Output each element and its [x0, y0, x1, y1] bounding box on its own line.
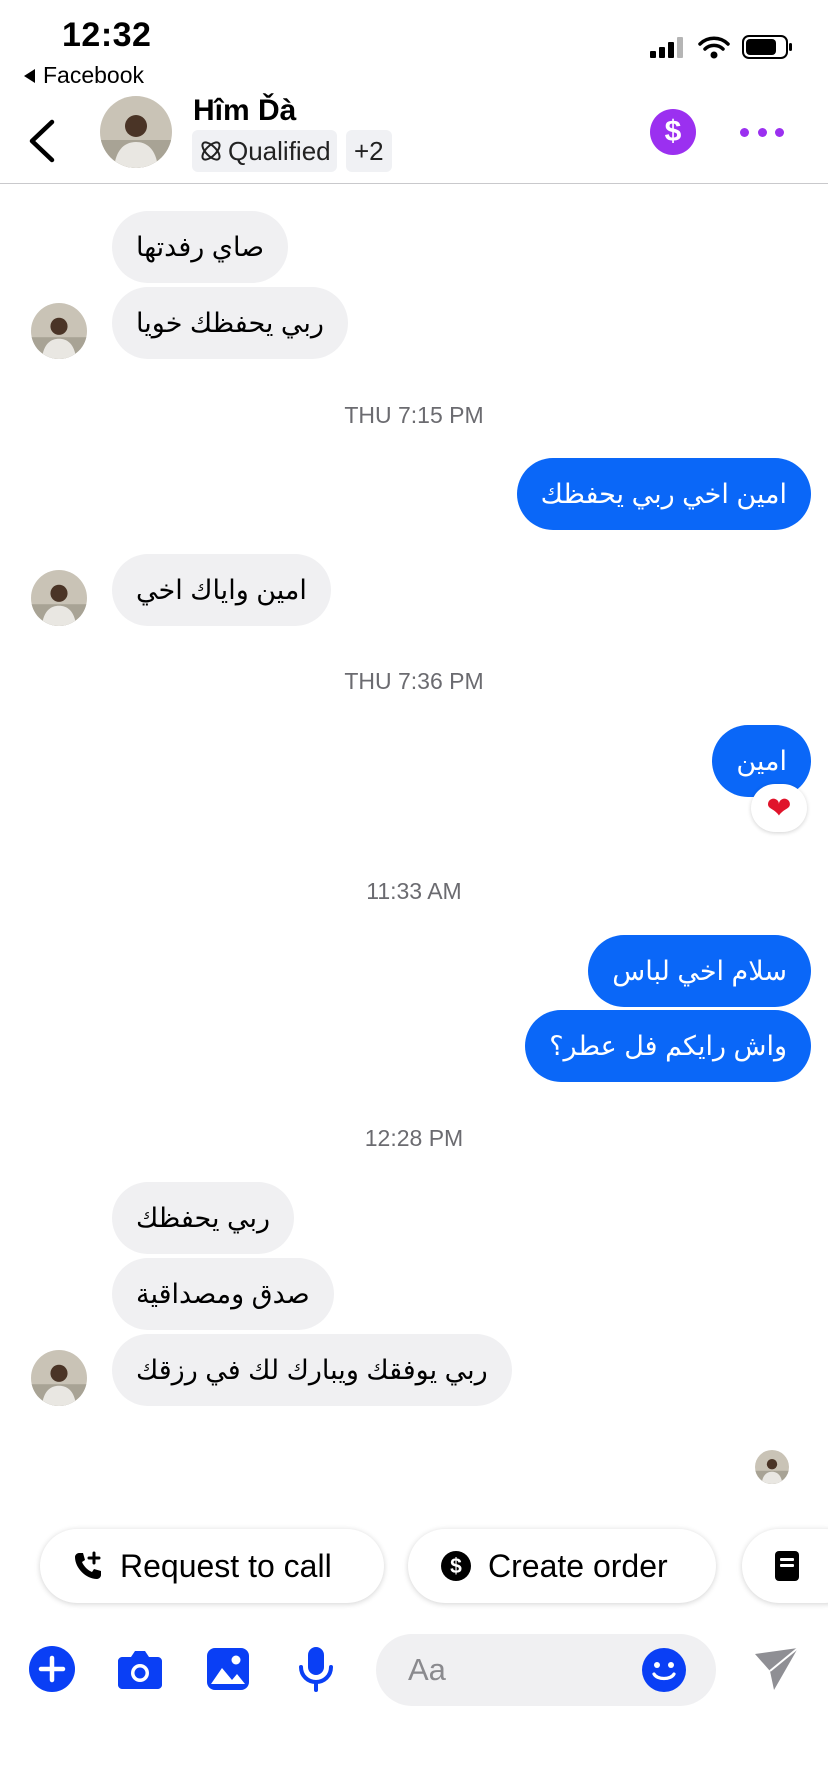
person-photo-icon — [31, 570, 87, 626]
person-photo-icon — [755, 1450, 789, 1484]
outgoing-message[interactable]: امين اخي ربي يحفظك — [516, 458, 811, 530]
sender-avatar[interactable] — [31, 1350, 87, 1406]
qualified-badge[interactable]: Qualified — [192, 130, 337, 172]
outgoing-message[interactable]: امين — [712, 725, 811, 797]
timestamp: THU 7:15 PM — [344, 402, 484, 428]
dot-icon — [757, 127, 767, 137]
timestamp: 12:28 PM — [364, 1125, 464, 1151]
contact-name[interactable]: Hîm Ďà — [193, 94, 296, 128]
dot-icon — [775, 127, 784, 137]
person-photo-icon — [100, 96, 172, 168]
image-icon — [207, 1648, 249, 1690]
signal-icon — [650, 37, 683, 58]
create-order-button[interactable]: $ Create order — [408, 1529, 716, 1603]
gallery-button[interactable] — [204, 1645, 252, 1693]
incoming-message[interactable]: ربي يوفقك ويبارك لك في رزقك — [112, 1334, 512, 1406]
send-icon — [755, 1647, 799, 1690]
create-order-label: Create order — [488, 1547, 668, 1584]
more-labels-count[interactable]: +2 — [346, 130, 392, 172]
seen-indicator-avatar — [755, 1450, 789, 1484]
incoming-message[interactable]: صاي رفدتها — [112, 211, 289, 283]
person-photo-icon — [31, 303, 87, 359]
back-app-label: Facebook — [43, 62, 145, 88]
battery-icon — [742, 35, 792, 59]
svg-text:$: $ — [450, 1555, 462, 1578]
heart-icon: ❤ — [766, 791, 792, 825]
wifi-icon — [698, 36, 730, 59]
payment-button[interactable]: $ — [650, 109, 696, 155]
incoming-message[interactable]: ربي يحفظك خويا — [112, 287, 348, 359]
plus-circle-icon — [29, 1646, 75, 1692]
document-icon — [775, 1551, 799, 1581]
send-button[interactable] — [750, 1645, 802, 1693]
camera-button[interactable] — [116, 1645, 164, 1693]
dot-icon — [740, 127, 749, 137]
dollar-circle-icon: $ — [441, 1551, 471, 1581]
back-to-app-link[interactable]: Facebook — [24, 62, 144, 89]
microphone-icon — [299, 1647, 333, 1692]
incoming-message[interactable]: ربي يحفظك — [112, 1182, 295, 1254]
status-icons — [650, 34, 794, 60]
message-input[interactable] — [406, 1651, 630, 1689]
sender-avatar[interactable] — [31, 303, 87, 359]
notes-button[interactable] — [742, 1529, 828, 1603]
header-divider — [0, 183, 828, 184]
timestamp: 11:33 AM — [366, 878, 462, 904]
atom-icon — [201, 141, 221, 161]
back-button[interactable] — [24, 118, 64, 164]
phone-plus-icon — [75, 1551, 101, 1579]
request-call-label: Request to call — [120, 1547, 332, 1584]
contact-avatar[interactable] — [100, 96, 172, 168]
person-photo-icon — [31, 1350, 87, 1406]
camera-icon — [118, 1651, 162, 1689]
sender-avatar[interactable] — [31, 570, 87, 626]
more-options-button[interactable] — [740, 120, 784, 144]
emoji-button[interactable] — [642, 1648, 686, 1692]
smiley-icon — [652, 1662, 676, 1681]
dollar-icon: $ — [664, 115, 682, 148]
back-triangle-icon — [24, 68, 35, 83]
outgoing-message[interactable]: واش رايكم فل عطر؟ — [525, 1010, 811, 1082]
voice-button[interactable] — [292, 1645, 340, 1693]
request-call-button[interactable]: Request to call — [40, 1529, 384, 1603]
outgoing-message[interactable]: سلام اخي لباس — [588, 935, 811, 1007]
add-button[interactable] — [28, 1645, 76, 1693]
badge-label: Qualified — [228, 135, 331, 166]
status-time: 12:32 — [62, 16, 152, 54]
heart-reaction[interactable]: ❤ — [751, 784, 807, 832]
message-composer[interactable] — [376, 1634, 716, 1706]
incoming-message[interactable]: صدق ومصداقية — [112, 1258, 334, 1330]
chevron-left-icon — [29, 119, 55, 163]
timestamp: THU 7:36 PM — [344, 668, 484, 694]
incoming-message[interactable]: امين واياك اخي — [112, 554, 331, 626]
